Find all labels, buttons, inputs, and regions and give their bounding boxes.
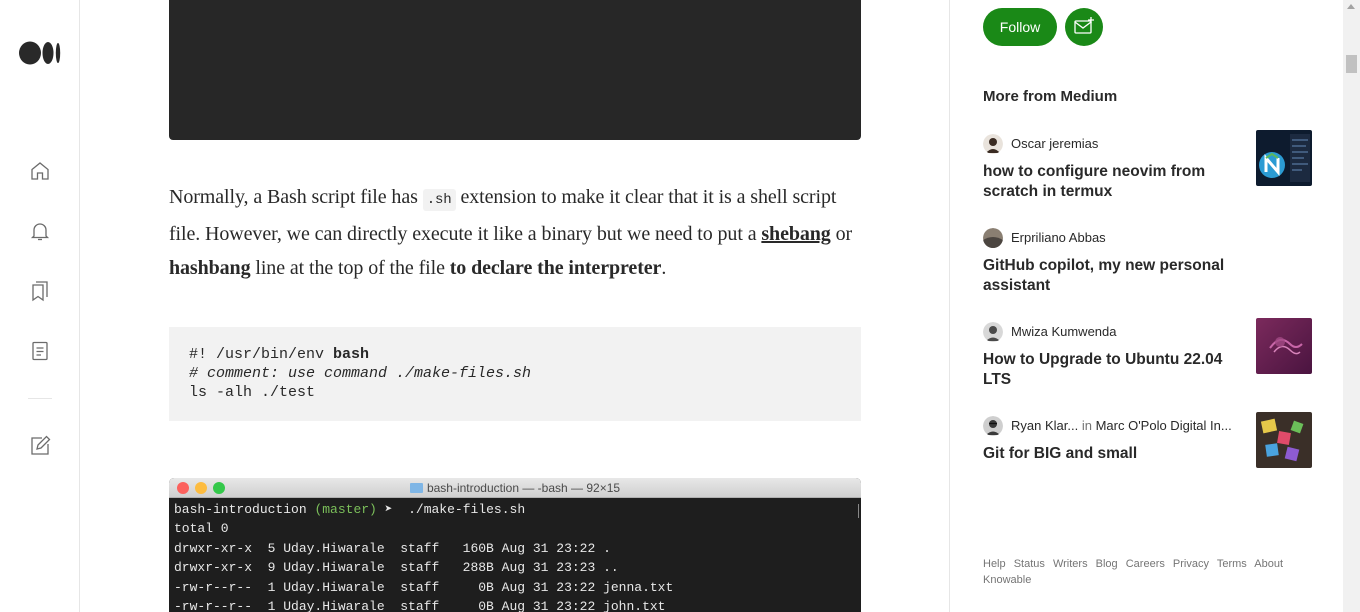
terminal-line: -rw-r--r-- 1 Uday.Hiwarale staff 0B Aug …: [174, 599, 666, 612]
scroll-thumb[interactable]: [1346, 55, 1357, 73]
footer-link-terms[interactable]: Terms: [1217, 558, 1247, 570]
code-keyword: bash: [333, 346, 370, 363]
code-line: #! /usr/bin/env: [189, 346, 334, 363]
terminal-output: bash-introduction (master) ➤ ./make-file…: [169, 498, 861, 612]
footer-link-writers[interactable]: Writers: [1053, 558, 1088, 570]
rec-title[interactable]: Git for BIG and small: [983, 444, 1238, 464]
paragraph-text: or: [830, 223, 853, 245]
publication-name[interactable]: Marc O'Polo Digital In...: [1096, 418, 1232, 433]
rec-title[interactable]: how to configure neovim from scratch in …: [983, 162, 1238, 202]
inline-code: .sh: [422, 189, 456, 211]
rec-title[interactable]: GitHub copilot, my new personal assistan…: [983, 256, 1238, 296]
dark-code-block: [169, 0, 861, 140]
in-word: in: [1081, 418, 1092, 433]
footer-link-blog[interactable]: Blog: [1096, 558, 1118, 570]
rec-thumbnail[interactable]: [1256, 318, 1312, 374]
terminal-line: -rw-r--r-- 1 Uday.Hiwarale staff 0B Aug …: [174, 579, 674, 595]
article-paragraph: Normally, a Bash script file has .sh ext…: [169, 180, 861, 285]
footer-link-status[interactable]: Status: [1014, 558, 1045, 570]
write-icon[interactable]: [28, 434, 52, 458]
footer-link-knowable[interactable]: Knowable: [983, 574, 1031, 586]
author-name[interactable]: Mwiza Kumwenda: [1011, 322, 1117, 342]
medium-logo-icon[interactable]: [19, 41, 61, 65]
bell-icon[interactable]: [28, 219, 52, 243]
terminal-cursor: [858, 504, 859, 518]
rail-divider: [28, 398, 52, 399]
subscribe-button[interactable]: [1065, 8, 1103, 46]
follow-button[interactable]: Follow: [983, 8, 1057, 46]
rec-thumbnail[interactable]: [1256, 130, 1312, 186]
terminal-titlebar: bash-introduction — -bash — 92×15: [169, 478, 861, 498]
git-thumbnail-image: [1256, 412, 1312, 468]
home-icon[interactable]: [28, 159, 52, 183]
prompt-branch: (master): [314, 502, 377, 517]
avatar: [983, 322, 1003, 342]
code-block: #! /usr/bin/env bash # comment: use comm…: [169, 327, 861, 421]
footer-link-careers[interactable]: Careers: [1126, 558, 1165, 570]
rec-thumbnail[interactable]: [1256, 412, 1312, 468]
author-name[interactable]: Ryan Klar...: [1011, 418, 1078, 433]
terminal-line: total 0: [174, 521, 229, 537]
prompt-command: ➤ ./make-files.sh: [384, 502, 526, 517]
page-scrollbar[interactable]: [1343, 0, 1360, 612]
subscribe-mail-icon: [1074, 17, 1094, 34]
shebang-link[interactable]: shebang: [761, 223, 830, 245]
hashbang-bold: hashbang: [169, 257, 251, 279]
more-from-medium-heading: More from Medium: [983, 88, 1118, 105]
code-line: ls -alh ./test: [189, 384, 316, 401]
paragraph-text: Normally, a Bash script file has: [169, 186, 423, 208]
interpreter-bold: to declare the interpreter: [449, 257, 662, 279]
terminal-line: drwxr-xr-x 9 Uday.Hiwarale staff 288B Au…: [174, 560, 619, 576]
prompt-dir: bash-introduction: [174, 502, 307, 517]
author-name[interactable]: Oscar jeremias: [1011, 134, 1098, 154]
paragraph-text: line at the top of the file: [250, 257, 450, 279]
scroll-up-arrow-icon[interactable]: [1347, 4, 1355, 9]
right-sidebar: Follow More from Medium Oscar jeremias h…: [949, 0, 1343, 612]
bookmarks-icon[interactable]: [28, 279, 52, 303]
paragraph-text: .: [661, 257, 667, 279]
terminal-title: bash-introduction — -bash — 92×15: [169, 481, 861, 495]
left-nav-rail: [0, 0, 80, 612]
avatar: [983, 134, 1003, 154]
terminal-screenshot: bash-introduction — -bash — 92×15 bash-i…: [169, 478, 861, 612]
ubuntu-thumbnail-image: [1256, 318, 1312, 374]
footer-link-about[interactable]: About: [1254, 558, 1283, 570]
terminal-line: drwxr-xr-x 5 Uday.Hiwarale staff 160B Au…: [174, 540, 611, 556]
avatar: [983, 416, 1003, 436]
neovim-thumbnail-image: [1256, 130, 1312, 186]
code-comment: # comment: use command ./make-files.sh: [189, 365, 532, 382]
rec-title[interactable]: How to Upgrade to Ubuntu 22.04 LTS: [983, 350, 1238, 390]
footer-link-privacy[interactable]: Privacy: [1173, 558, 1209, 570]
avatar: [983, 228, 1003, 248]
sidebar-footer: Help Status Writers Blog Careers Privacy…: [983, 556, 1293, 588]
folder-icon: [409, 483, 423, 493]
stories-icon[interactable]: [28, 339, 52, 363]
author-name[interactable]: Erpriliano Abbas: [1011, 228, 1106, 248]
terminal-title-text: bash-introduction — -bash — 92×15: [426, 481, 621, 495]
footer-link-help[interactable]: Help: [983, 558, 1006, 570]
